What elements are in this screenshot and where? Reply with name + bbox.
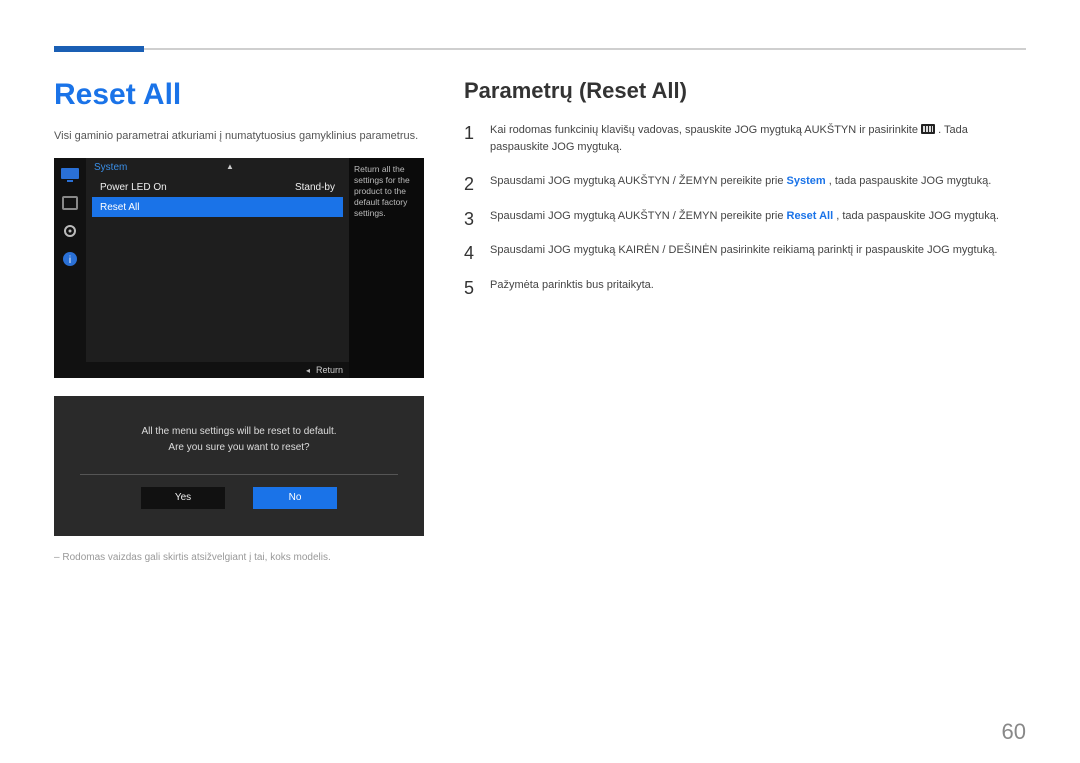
screen-icon (60, 166, 80, 184)
osd-row-reset-all: Reset All (92, 197, 343, 217)
step-text: Spausdami JOG mygtuką AUKŠTYN / ŽEMYN pe… (490, 210, 787, 222)
subsection-title: Parametrų (Reset All) (464, 78, 1026, 104)
section-title: Reset All (54, 78, 434, 112)
confirm-message-line2: Are you sure you want to reset? (80, 440, 398, 456)
return-label: Return (316, 365, 343, 375)
highlight-reset-all: Reset All (787, 210, 834, 222)
menu-icon (921, 124, 935, 134)
yes-button[interactable]: Yes (141, 487, 225, 509)
step-text: Spausdami JOG mygtuką AUKŠTYN / ŽEMYN pe… (490, 175, 787, 187)
step-2: Spausdami JOG mygtuką AUKŠTYN / ŽEMYN pe… (464, 173, 1026, 190)
step-text: Pažymėta parinktis bus pritaikyta. (490, 279, 654, 291)
info-icon: i (60, 250, 80, 268)
confirm-message-line1: All the menu settings will be reset to d… (80, 424, 398, 440)
step-text: , tada paspauskite JOG mygtuką. (836, 210, 999, 222)
osd-row-label: Power LED On (100, 182, 167, 193)
osd-menu-screenshot: i System ▲ Power LED On Stand-by (54, 158, 424, 378)
no-button[interactable]: No (253, 487, 337, 509)
page-number: 60 (1002, 719, 1026, 745)
intro-text: Visi gaminio parametrai atkuriami į numa… (54, 130, 434, 142)
step-3: Spausdami JOG mygtuką AUKŠTYN / ŽEMYN pe… (464, 208, 1026, 225)
highlight-system: System (787, 175, 826, 187)
step-1: Kai rodomas funkcinių klavišų vadovas, s… (464, 122, 1026, 155)
osd-footer: ◂ Return (86, 362, 349, 378)
osd-header-label: System (94, 162, 127, 173)
step-text: Kai rodomas funkcinių klavišų vadovas, s… (490, 124, 921, 136)
left-column: Reset All Visi gaminio parametrai atkuri… (54, 78, 434, 563)
osd-tooltip: Return all the settings for the product … (349, 158, 424, 378)
right-column: Parametrų (Reset All) Kai rodomas funkci… (464, 78, 1026, 563)
gear-icon (60, 222, 80, 240)
step-text: , tada paspauskite JOG mygtuką. (829, 175, 992, 187)
osd-row-label: Reset All (100, 202, 139, 213)
footnote: Rodomas vaizdas gali skirtis atsižvelgia… (54, 552, 434, 563)
osd-sidebar: i (54, 158, 86, 378)
step-5: Pažymėta parinktis bus pritaikyta. (464, 277, 1026, 294)
top-rule (54, 48, 1026, 50)
osd-row-power-led: Power LED On Stand-by (92, 177, 343, 197)
step-4: Spausdami JOG mygtuką KAIRĖN / DEŠINĖN p… (464, 242, 1026, 259)
square-icon (60, 194, 80, 212)
step-text: Spausdami JOG mygtuką KAIRĖN / DEŠINĖN p… (490, 244, 997, 256)
chevron-up-icon: ▲ (226, 162, 234, 171)
osd-header: System ▲ (86, 158, 349, 177)
divider (80, 474, 398, 475)
back-triangle-icon: ◂ (306, 366, 310, 375)
osd-row-value: Stand-by (295, 182, 335, 193)
osd-confirm-screenshot: All the menu settings will be reset to d… (54, 396, 424, 536)
svg-text:i: i (69, 255, 71, 266)
